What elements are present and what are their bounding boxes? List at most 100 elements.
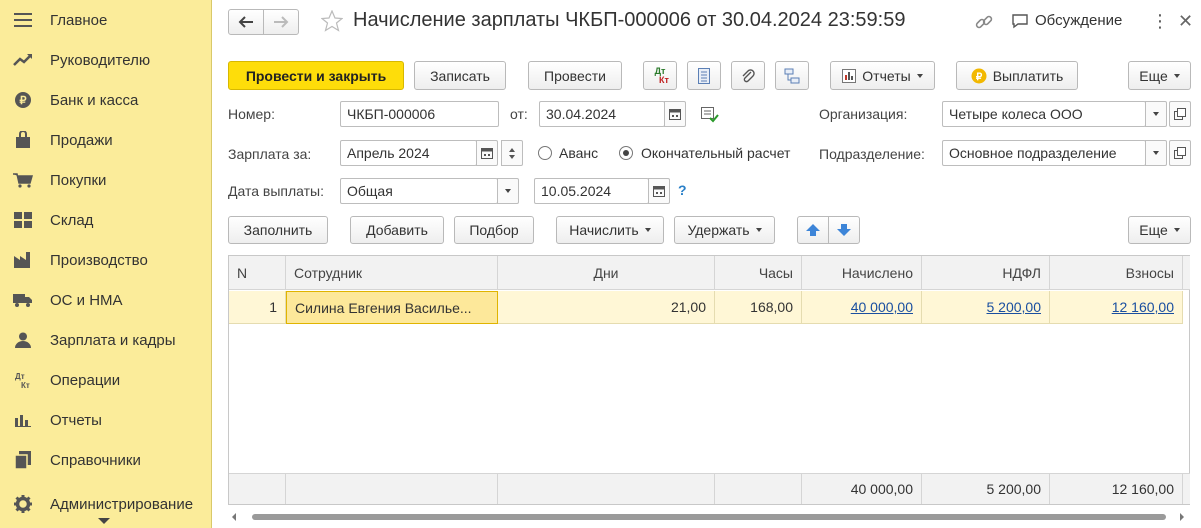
forward-button[interactable] <box>263 9 299 35</box>
warehouse-icon <box>12 209 34 231</box>
dt-kt-icon: Дт Кт <box>12 369 34 391</box>
scrollbar-thumb[interactable] <box>252 514 1166 520</box>
table-row-number[interactable]: 1 <box>229 291 286 324</box>
close-icon[interactable]: ✕ <box>1178 11 1193 32</box>
table-row-accrued-cell: 40 000,00 <box>802 291 922 324</box>
sidebar-item-purchases[interactable]: Покупки <box>0 160 212 200</box>
sidebar-item-label: Руководителю <box>50 51 151 69</box>
date-field[interactable]: 30.04.2024 <box>539 101 665 127</box>
organization-field[interactable]: Четыре колеса ООО <box>942 101 1146 127</box>
sidebar-item-label: Склад <box>50 211 94 229</box>
sidebar-item-warehouse[interactable]: Склад <box>0 200 212 240</box>
accruals-table: N Сотрудник Дни Часы Начислено НДФЛ Взно… <box>228 255 1190 505</box>
organization-open-button[interactable] <box>1169 101 1191 127</box>
horizontal-scrollbar[interactable] <box>228 511 1190 523</box>
scroll-down-icon[interactable] <box>98 518 110 524</box>
column-header-contributions[interactable]: Взносы <box>1050 256 1183 290</box>
department-field[interactable]: Основное подразделение <box>942 140 1146 166</box>
discussion-button[interactable]: Обсуждение <box>1011 12 1122 29</box>
column-header-accrued[interactable]: Начислено <box>802 256 922 290</box>
document-check-icon[interactable] <box>701 107 719 126</box>
pay-date-type-field[interactable]: Общая <box>340 178 498 204</box>
sidebar-item-fixed-assets[interactable]: ОС и НМА <box>0 280 212 320</box>
organization-dropdown-button[interactable] <box>1145 101 1167 127</box>
favorite-star-icon[interactable] <box>320 9 344 35</box>
column-header-employee[interactable]: Сотрудник <box>286 256 498 290</box>
scroll-right-icon[interactable] <box>1180 513 1184 521</box>
sidebar-item-sales[interactable]: Продажи <box>0 120 212 160</box>
final-payment-radio[interactable] <box>619 146 633 160</box>
sidebar-item-main[interactable]: Главное <box>0 0 212 40</box>
accrue-label: Начислить <box>569 222 639 238</box>
save-button[interactable]: Записать <box>414 61 506 90</box>
pay-button[interactable]: ₽ Выплатить <box>956 61 1078 90</box>
department-dropdown-button[interactable] <box>1145 140 1167 166</box>
sidebar-item-label: Справочники <box>50 451 141 469</box>
table-more-button[interactable]: Еще <box>1128 216 1191 244</box>
attach-button[interactable] <box>731 61 765 90</box>
withhold-dropdown[interactable]: Удержать <box>674 216 775 244</box>
sidebar-item-manager[interactable]: Руководителю <box>0 40 212 80</box>
table-row-employee[interactable]: Силина Евгения Василье... <box>286 291 498 324</box>
pay-date-field[interactable]: 10.05.2024 <box>534 178 649 204</box>
footer-cell-employee <box>286 473 498 504</box>
sidebar-item-reports[interactable]: Отчеты <box>0 400 212 440</box>
fill-button[interactable]: Заполнить <box>228 216 328 244</box>
reports-dropdown[interactable]: Отчеты <box>830 61 935 90</box>
move-up-button[interactable] <box>797 216 829 244</box>
sidebar-item-salary[interactable]: Зарплата и кадры <box>0 320 212 360</box>
person-icon <box>12 329 34 351</box>
add-row-button[interactable]: Добавить <box>350 216 444 244</box>
column-header-ndfl[interactable]: НДФЛ <box>922 256 1050 290</box>
number-field[interactable]: ЧКБП-000006 <box>340 101 499 127</box>
accrue-dropdown[interactable]: Начислить <box>556 216 664 244</box>
advance-radio[interactable] <box>538 146 552 160</box>
sidebar-item-label: Администрирование <box>50 495 194 513</box>
sidebar-item-operations[interactable]: Дт Кт Операции <box>0 360 212 400</box>
structure-button[interactable] <box>775 61 809 90</box>
open-window-icon <box>1174 147 1186 159</box>
more-button[interactable]: Еще <box>1128 61 1191 90</box>
table-row-hours[interactable]: 168,00 <box>715 291 802 324</box>
ndfl-link[interactable]: 5 200,00 <box>987 299 1042 315</box>
arrow-up-icon <box>806 224 820 236</box>
help-icon[interactable]: ? <box>678 182 687 198</box>
document-list-button[interactable] <box>687 61 721 90</box>
sidebar-item-directories[interactable]: Справочники <box>0 440 212 480</box>
salary-period-field[interactable]: Апрель 2024 <box>340 140 477 166</box>
move-down-button[interactable] <box>828 216 860 244</box>
dt-kt-button[interactable]: Дт Кт <box>643 61 677 90</box>
column-header-filler <box>1183 256 1190 290</box>
svg-text:Кт: Кт <box>21 381 30 389</box>
menu-icon <box>12 9 34 31</box>
more-vert-icon[interactable]: ⋮ <box>1151 12 1169 30</box>
contributions-link[interactable]: 12 160,00 <box>1112 299 1174 315</box>
factory-icon <box>12 249 34 271</box>
period-spinner[interactable] <box>501 140 523 166</box>
pay-date-type-dropdown[interactable] <box>497 178 519 204</box>
table-row-ndfl-cell: 5 200,00 <box>922 291 1050 324</box>
pay-date-calendar-button[interactable] <box>648 178 670 204</box>
final-payment-label: Окончательный расчет <box>641 145 791 161</box>
back-button[interactable] <box>228 9 264 35</box>
period-calendar-button[interactable] <box>476 140 498 166</box>
salary-for-label: Зарплата за: <box>228 146 312 162</box>
sidebar-item-bank[interactable]: ₽ Банк и касса <box>0 80 212 120</box>
column-header-hours[interactable]: Часы <box>715 256 802 290</box>
advance-label: Аванс <box>559 145 599 161</box>
column-header-days[interactable]: Дни <box>498 256 715 290</box>
truck-icon <box>12 289 34 311</box>
link-icon[interactable] <box>975 13 993 34</box>
post-button[interactable]: Провести <box>528 61 622 90</box>
table-row-days[interactable]: 21,00 <box>498 291 715 324</box>
accrued-link[interactable]: 40 000,00 <box>851 299 913 315</box>
pick-button[interactable]: Подбор <box>454 216 534 244</box>
scroll-left-icon[interactable] <box>232 513 236 521</box>
footer-filler <box>1183 473 1190 504</box>
department-open-button[interactable] <box>1169 140 1191 166</box>
calendar-button[interactable] <box>664 101 686 127</box>
column-header-n[interactable]: N <box>229 256 286 290</box>
post-and-close-button[interactable]: Провести и закрыть <box>228 61 404 90</box>
total-accrued: 40 000,00 <box>802 473 922 504</box>
sidebar-item-production[interactable]: Производство <box>0 240 212 280</box>
